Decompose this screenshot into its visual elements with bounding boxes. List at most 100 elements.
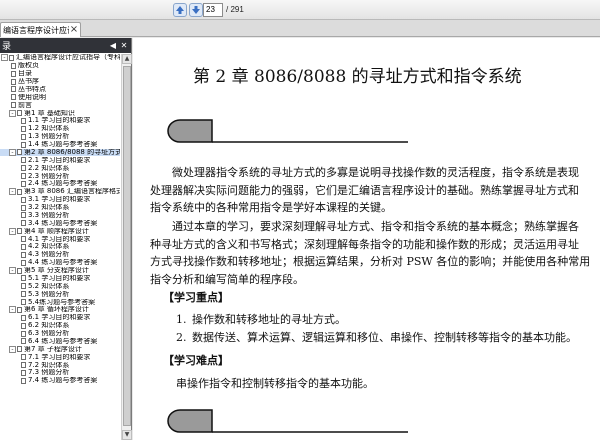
bookmark-item[interactable]: 7.1 学习目的和要求 (0, 353, 120, 361)
bookmark-page-icon (21, 165, 26, 172)
chapter-decoration-graphic (167, 119, 408, 143)
bookmark-item[interactable]: 5.1 学习目的和要求 (0, 275, 120, 283)
bookmark-label: 3.3 例题分析 (28, 211, 70, 219)
bookmark-item[interactable]: 1.1 学习目的和要求 (0, 117, 120, 125)
collapse-toggle-icon[interactable]: - (9, 188, 16, 196)
document-tab[interactable]: 编语言程序设计应试指... × (0, 22, 81, 37)
collapse-toggle-icon[interactable]: - (9, 227, 16, 235)
bookmark-item[interactable]: 6.2 知识体系 (0, 322, 120, 330)
bookmark-label: 3.4 练习题与参考答案 (28, 219, 98, 227)
bookmark-item[interactable]: - 第7 章 子程序设计 (0, 345, 120, 353)
bookmark-item[interactable]: 4.4 练习题与参考答案 (0, 259, 120, 267)
bookmark-item[interactable]: 目录 (0, 70, 120, 78)
list-number: 1. (176, 313, 187, 326)
bookmark-item[interactable]: 5.3 例题分析 (0, 290, 120, 298)
bookmark-label: 5.1 学习目的和要求 (28, 274, 91, 282)
bookmark-item[interactable]: 前言 (0, 101, 120, 109)
section-decoration-graphic (167, 409, 408, 433)
bookmark-item[interactable]: 5.4练习题与参考答案 (0, 298, 120, 306)
list-number: 2. (176, 331, 187, 344)
bookmark-item[interactable]: 2.2 知识体系 (0, 164, 120, 172)
bookmark-label: 7.2 知识体系 (28, 361, 70, 369)
intro-paragraph-2: 通过本章的学习，要求深刻理解寻址方式、指令和指令系统的基本概念；熟练掌握各 种寻… (150, 218, 595, 289)
next-page-button[interactable] (189, 3, 203, 17)
bookmark-item[interactable]: 版权页 (0, 62, 120, 70)
list-text: 操作数和转移地址的寻址方式。 (192, 313, 346, 326)
bookmark-label: 丛书特点 (18, 85, 46, 93)
bookmark-item[interactable]: 4.3 例题分析 (0, 251, 120, 259)
scroll-up-icon[interactable]: ▲ (122, 54, 132, 64)
bookmark-item[interactable]: 3.2 知识体系 (0, 204, 120, 212)
difficult-points-text: 串操作指令和控制转移指令的基本功能。 (176, 377, 374, 390)
close-sidebar-icon[interactable]: ✕ (120, 41, 128, 50)
bookmark-item[interactable]: 2.4 练习题与参考答案 (0, 180, 120, 188)
bookmark-item[interactable]: 2.1 学习目的和要求 (0, 156, 120, 164)
bookmark-item[interactable]: 7.2 知识体系 (0, 361, 120, 369)
bookmark-item[interactable]: - 第2 章 8086/8088 的寻址方式和 (0, 148, 120, 157)
bookmark-page-icon (21, 180, 26, 187)
bookmark-item[interactable]: 2.3 例题分析 (0, 172, 120, 180)
bookmark-item[interactable]: 1.2 知识体系 (0, 125, 120, 133)
bookmark-page-icon (17, 306, 22, 313)
bookmark-item[interactable]: 3.3 例题分析 (0, 212, 120, 220)
bookmark-item[interactable]: 6.4 练习题与参考答案 (0, 338, 120, 346)
bookmark-item[interactable]: 1.4 练习题与参考答案 (0, 141, 120, 149)
bookmark-label: 4.3 例题分析 (28, 251, 70, 259)
bookmark-item[interactable]: 1.3 例题分析 (0, 133, 120, 141)
bookmark-label: 2.3 例题分析 (28, 172, 70, 180)
bookmark-label: 第4 章 顺序程序设计 (24, 227, 89, 235)
bookmark-page-icon (21, 196, 26, 203)
bookmark-item[interactable]: 7.3 例题分析 (0, 369, 120, 377)
bookmark-page-icon (21, 141, 26, 148)
bookmark-page-icon (17, 228, 22, 235)
sidebar-scrollbar[interactable]: ▲ ▼ (121, 54, 132, 440)
paragraph-line: 指令系统中的各种常用指令是学好本课程的关键。 (150, 201, 392, 215)
arrow-up-icon (176, 6, 184, 14)
bookmark-label: 汇编语言程序设计应试指导（专科） (16, 54, 120, 62)
bookmark-label: 3.2 知识体系 (28, 204, 70, 212)
bookmark-item[interactable]: 丛书特点 (0, 86, 120, 94)
collapse-toggle-icon[interactable]: - (9, 306, 16, 314)
collapse-toggle-icon[interactable]: - (9, 345, 16, 353)
bookmark-page-icon (17, 346, 22, 353)
bookmark-page-icon (11, 70, 16, 77)
bookmark-item[interactable]: 丛书序 (0, 78, 120, 86)
bookmark-item[interactable]: 4.2 知识体系 (0, 243, 120, 251)
collapse-toggle-icon[interactable]: - (1, 54, 8, 62)
arrow-down-icon (192, 6, 200, 14)
bookmark-item[interactable]: 6.1 学习目的和要求 (0, 314, 120, 322)
bookmark-page-icon (21, 251, 26, 258)
bookmark-page-icon (21, 314, 26, 321)
bookmark-item[interactable]: 6.3 例题分析 (0, 330, 120, 338)
bookmark-page-icon (17, 188, 22, 195)
scroll-down-icon[interactable]: ▼ (122, 430, 132, 440)
bookmark-label: 版权页 (18, 62, 39, 70)
close-icon[interactable]: × (69, 25, 79, 35)
bookmark-page-icon (11, 102, 16, 109)
bookmark-label: 1.3 例题分析 (28, 133, 70, 141)
collapse-toggle-icon[interactable]: - (9, 267, 16, 275)
collapse-sidebar-icon[interactable]: ◀ (109, 41, 117, 50)
previous-page-button[interactable] (173, 3, 187, 17)
bookmark-page-icon (21, 117, 26, 124)
bookmark-item[interactable]: 3.1 学习目的和要求 (0, 196, 120, 204)
bookmark-item[interactable]: 4.1 学习目的和要求 (0, 235, 120, 243)
bookmark-item[interactable]: - 第5 章 分支程序设计 (0, 267, 120, 275)
list-item: 2. 数据传送、算术运算、逻辑运算和移位、串操作、控制转移等指令的基本功能。 (176, 329, 577, 345)
bookmark-page-icon (21, 259, 26, 266)
bookmark-item[interactable]: 7.4 练习题与参考答案 (0, 377, 120, 385)
bookmark-label: 目录 (18, 70, 32, 78)
bookmark-label: 第5 章 分支程序设计 (24, 267, 89, 275)
bookmark-item[interactable]: 3.4 练习题与参考答案 (0, 219, 120, 227)
collapse-toggle-icon[interactable]: - (9, 109, 16, 117)
bookmark-item[interactable]: 5.2 知识体系 (0, 282, 120, 290)
bookmark-item[interactable]: 使用说明 (0, 93, 120, 101)
bookmark-item[interactable]: - 第6 章 循环程序设计 (0, 306, 120, 314)
bookmark-item[interactable]: - 第4 章 顺序程序设计 (0, 227, 120, 235)
bookmark-item[interactable]: - 第1 章 基础知识 (0, 109, 120, 117)
bookmark-item[interactable]: - 汇编语言程序设计应试指导（专科） (0, 54, 120, 62)
scrollbar-thumb[interactable] (123, 66, 131, 426)
collapse-toggle-icon[interactable]: - (9, 148, 16, 156)
page-number-input[interactable]: 23 (203, 3, 223, 17)
bookmark-item[interactable]: - 第3 章 8086 汇编语言程序格式 (0, 188, 120, 196)
